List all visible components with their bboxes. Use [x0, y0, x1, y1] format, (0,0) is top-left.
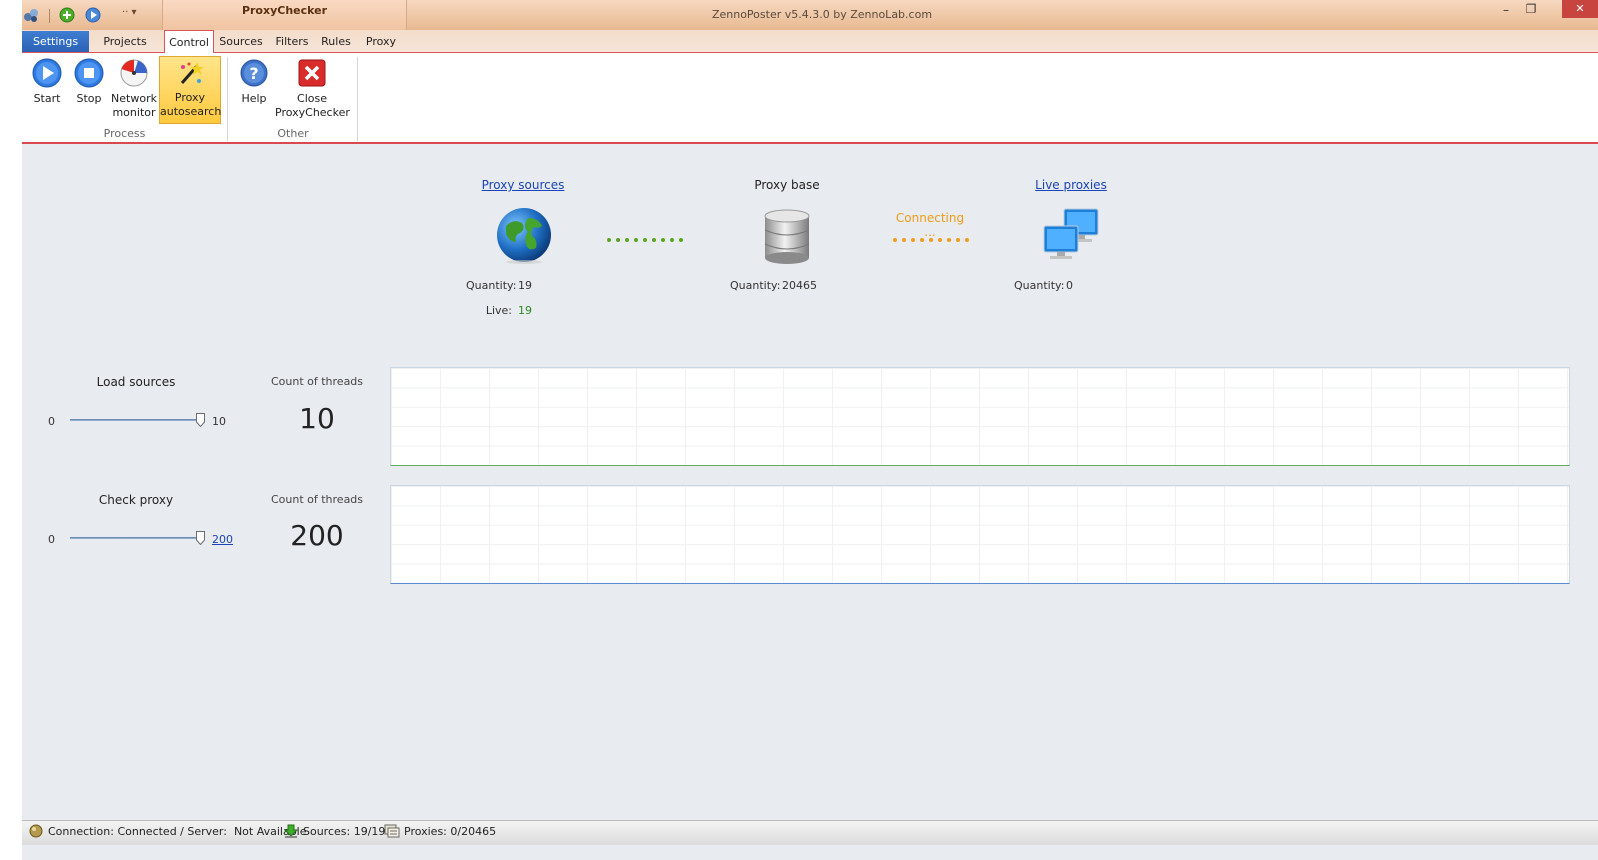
check-proxy-threads-value: 200 [290, 519, 344, 552]
database-icon [762, 208, 812, 264]
check-proxy-slider[interactable] [68, 530, 208, 546]
close-proxychecker-button[interactable]: Close ProxyChecker [275, 58, 350, 120]
app-window: ProxyChecker ·· ▾ ZennoPoster v5.4.3.0 b… [22, 0, 1598, 860]
start-button[interactable]: Start [28, 58, 66, 106]
window-title: ZennoPoster v5.4.3.0 by ZennoLab.com [711, 8, 933, 21]
check-proxy-slider-min: 0 [48, 533, 55, 546]
help-label: Help [241, 92, 267, 105]
svg-text:?: ? [249, 64, 258, 83]
tab-settings[interactable]: Settings [22, 31, 89, 52]
tab-sources[interactable]: Sources [218, 31, 264, 52]
load-sources-graph [390, 367, 1570, 466]
tab-rules[interactable]: Rules [318, 31, 354, 52]
check-proxy-slider-track [70, 537, 200, 539]
load-sources-threads-value: 10 [299, 402, 335, 435]
proxy-autosearch-button[interactable]: Proxy autosearch [159, 56, 221, 124]
load-sources-slider[interactable] [68, 412, 208, 428]
status-connection: Connection: Connected / Server: Not Avai… [48, 825, 307, 838]
toolbar-divider [49, 9, 50, 23]
load-sources-slider-thumb[interactable] [195, 413, 205, 428]
tab-filters[interactable]: Filters [272, 31, 312, 52]
proxy-sources-link[interactable]: Proxy sources [463, 178, 583, 192]
proxy-autosearch-label: Proxy autosearch [160, 91, 222, 118]
status-sources: Sources: 19/19 [303, 825, 386, 838]
run-icon[interactable] [85, 7, 101, 23]
sources-quantity-label: Quantity: [466, 279, 517, 292]
connector-green-dots [606, 233, 686, 242]
connection-status-icon [29, 824, 43, 838]
status-proxies: Proxies: 0/20465 [404, 825, 497, 838]
live-quantity-label: Quantity: [1014, 279, 1065, 292]
group-label-process: Process [103, 127, 146, 140]
tab-control[interactable]: Control [164, 30, 214, 54]
check-proxy-title: Check proxy [98, 493, 174, 507]
tab-proxy[interactable]: Proxy [362, 31, 400, 52]
globe-icon [496, 206, 552, 264]
check-proxy-slider-thumb[interactable] [195, 531, 205, 546]
quick-access-more-button[interactable]: ·· ▾ [122, 7, 137, 18]
play-icon [32, 58, 62, 88]
proxies-list-icon [384, 824, 400, 838]
download-icon [283, 824, 299, 838]
live-proxies-link[interactable]: Live proxies [1026, 178, 1116, 192]
restore-button[interactable]: ❐ [1524, 2, 1538, 16]
proxy-base-title: Proxy base [754, 178, 820, 192]
load-sources-title: Load sources [96, 375, 176, 389]
load-sources-slider-max: 10 [212, 415, 226, 428]
check-proxy-slider-max[interactable]: 200 [212, 533, 233, 546]
minimize-button[interactable]: – [1500, 3, 1512, 17]
stop-label: Stop [76, 92, 102, 105]
chevron-down-icon: ▾ [131, 7, 137, 18]
sources-quantity-value: 19 [518, 279, 532, 292]
tab-projects[interactable]: Projects [94, 31, 156, 52]
quick-access-more-label: ·· [122, 7, 129, 18]
stop-button[interactable]: Stop [70, 58, 108, 106]
sources-live-value: 19 [518, 304, 532, 317]
network-monitor-label: Network monitor [111, 92, 157, 119]
sources-live-label: Live: [485, 304, 512, 317]
computers-network-icon [1042, 206, 1102, 264]
base-quantity-value: 20465 [782, 279, 817, 292]
network-monitor-button[interactable]: Network monitor [110, 58, 158, 120]
live-quantity-value: 0 [1066, 279, 1073, 292]
close-window-button[interactable]: ✕ [1562, 0, 1598, 18]
context-tab-title: ProxyChecker [241, 4, 328, 17]
connector-orange-dots [892, 233, 972, 242]
group-label-other: Other [277, 127, 309, 140]
ribbon-group-divider [357, 57, 358, 141]
help-button[interactable]: ? Help [236, 58, 272, 106]
context-tab-header: ProxyChecker [162, 0, 407, 30]
check-proxy-graph [390, 485, 1570, 584]
help-icon: ? [239, 58, 269, 88]
network-monitor-icon [119, 58, 149, 88]
app-logo-icon[interactable] [22, 6, 42, 24]
base-quantity-label: Quantity: [730, 279, 781, 292]
close-proxychecker-label: Close ProxyChecker [275, 92, 350, 119]
magic-wand-icon [175, 59, 205, 89]
load-sources-slider-track [70, 419, 200, 421]
close-red-icon [297, 58, 327, 88]
check-proxy-threads-label: Count of threads [270, 493, 364, 506]
load-sources-threads-label: Count of threads [270, 375, 364, 388]
stop-icon [74, 58, 104, 88]
start-label: Start [33, 92, 61, 105]
load-sources-slider-min: 0 [48, 415, 55, 428]
add-icon[interactable] [59, 7, 75, 23]
